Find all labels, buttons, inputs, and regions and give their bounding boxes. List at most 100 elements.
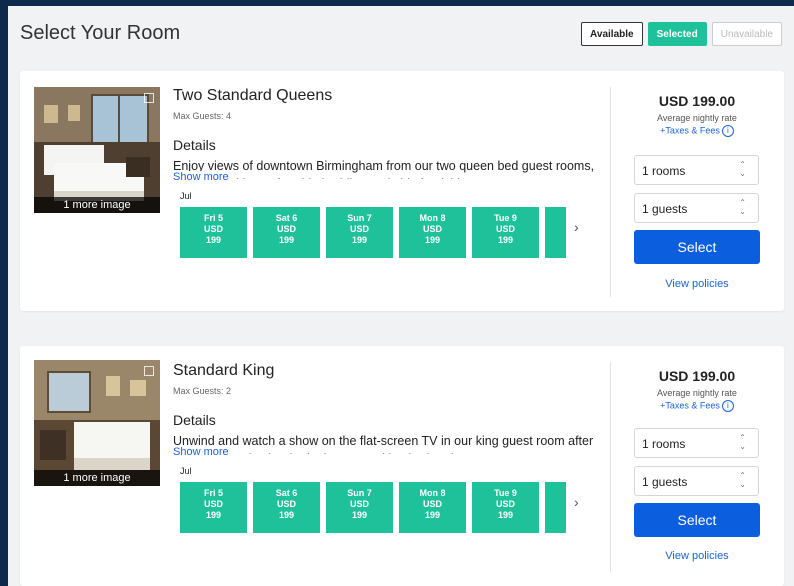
taxes-fees-link[interactable]: +Taxes & Fees i — [634, 400, 760, 412]
date-price: 199 — [278, 510, 295, 520]
legend-available: Available — [581, 22, 643, 46]
date-tile[interactable]: Mon 8 USD 199 — [399, 482, 466, 533]
rooms-value: 1 rooms — [642, 437, 686, 451]
room-price: USD 199.00 — [658, 93, 736, 109]
month-label: Jul — [180, 466, 192, 476]
divider — [610, 87, 611, 297]
date-currency: USD — [495, 499, 515, 509]
rate-label: Average nightly rate — [657, 388, 737, 398]
stepper-arrows[interactable]: ⌃ ⌄ — [739, 471, 746, 489]
date-currency: USD — [495, 224, 515, 234]
date-tile[interactable]: Sun 7 USD 199 — [326, 482, 393, 533]
chevron-up-icon[interactable]: ⌃ — [739, 160, 746, 169]
date-day: Mon 8 — [419, 488, 446, 498]
taxes-fees-label[interactable]: +Taxes & Fees — [660, 125, 720, 135]
chevron-down-icon[interactable]: ⌄ — [739, 442, 746, 451]
date-tile[interactable]: Sun 7 USD 199 — [326, 207, 393, 258]
date-day: Tue 9 — [494, 213, 517, 223]
select-button[interactable]: Select — [634, 230, 760, 264]
date-tile[interactable]: Fri 5 USD 199 — [180, 207, 247, 258]
legend-unavailable: Unavailable — [711, 22, 782, 46]
date-price: 199 — [424, 510, 441, 520]
chevron-down-icon[interactable]: ⌄ — [739, 207, 746, 216]
guests-stepper[interactable]: 1 guests ⌃ ⌄ — [634, 466, 759, 496]
show-more-link[interactable]: Show more — [173, 446, 233, 458]
date-price: 199 — [497, 510, 514, 520]
availability-legend: Available Selected Unavailable — [581, 22, 782, 46]
date-price: 199 — [351, 510, 368, 520]
info-icon[interactable]: i — [721, 125, 734, 137]
room-price: USD 199.00 — [658, 368, 736, 384]
date-day: Fri 5 — [203, 213, 223, 223]
guests-value: 1 guests — [642, 475, 688, 489]
date-tile[interactable]: Tue 9 USD 199 — [472, 482, 539, 533]
date-currency: USD — [349, 224, 369, 234]
date-tile[interactable]: Sat 6 USD 199 — [253, 482, 320, 533]
date-strip: Fri 5 USD 199 Sat 6 USD 199 Sun 7 USD 19… — [180, 207, 566, 259]
expand-icon[interactable] — [144, 366, 154, 376]
room-card: 1 more image Two Standard Queens Max Gue… — [20, 71, 784, 311]
date-tile[interactable]: Mon 8 USD 199 — [399, 207, 466, 258]
chevron-up-icon[interactable]: ⌃ — [739, 433, 746, 442]
guests-stepper[interactable]: 1 guests ⌃ ⌄ — [634, 193, 759, 223]
date-tile[interactable]: W — [545, 207, 566, 258]
select-button[interactable]: Select — [634, 503, 760, 537]
header: Select Your Room Available Selected Unav… — [20, 22, 782, 58]
chevron-up-icon[interactable]: ⌃ — [739, 198, 746, 207]
view-policies-link[interactable]: View policies — [634, 278, 760, 290]
next-dates-arrow-icon[interactable]: › — [574, 219, 579, 235]
date-day: W — [545, 488, 566, 499]
show-more-link[interactable]: Show more — [173, 171, 233, 183]
date-tile[interactable]: Tue 9 USD 199 — [472, 207, 539, 258]
date-day: W — [545, 213, 566, 224]
room-photo[interactable]: 1 more image — [34, 87, 160, 213]
page-title: Select Your Room — [20, 22, 181, 44]
date-day: Sat 6 — [275, 213, 298, 223]
rooms-value: 1 rooms — [642, 164, 686, 178]
date-day: Sat 6 — [275, 488, 298, 498]
date-day: Sun 7 — [347, 488, 372, 498]
details-text: Unwind and watch a show on the flat-scre… — [173, 434, 594, 454]
date-currency: USD — [276, 224, 296, 234]
date-price: 199 — [205, 510, 222, 520]
max-guests: Max Guests: 4 — [173, 111, 232, 121]
chevron-up-icon[interactable]: ⌃ — [739, 471, 746, 480]
room-name: Standard King — [173, 362, 275, 379]
date-price: 199 — [424, 235, 441, 245]
date-price: 199 — [351, 235, 368, 245]
date-day: Mon 8 — [419, 213, 446, 223]
more-images-label[interactable]: 1 more image — [34, 470, 160, 486]
divider — [610, 362, 611, 572]
next-dates-arrow-icon[interactable]: › — [574, 494, 579, 510]
date-tile[interactable]: Sat 6 USD 199 — [253, 207, 320, 258]
date-tile[interactable]: Fri 5 USD 199 — [180, 482, 247, 533]
details-heading: Details — [173, 412, 216, 428]
chevron-down-icon[interactable]: ⌄ — [739, 480, 746, 489]
rooms-stepper[interactable]: 1 rooms ⌃ ⌄ — [634, 155, 759, 185]
rooms-stepper[interactable]: 1 rooms ⌃ ⌄ — [634, 428, 759, 458]
rate-label: Average nightly rate — [657, 113, 737, 123]
legend-selected: Selected — [647, 22, 707, 46]
room-photo-image — [34, 360, 160, 486]
date-currency: USD — [422, 224, 442, 234]
max-guests: Max Guests: 2 — [173, 386, 232, 396]
room-photo[interactable]: 1 more image — [34, 360, 160, 486]
date-day: Tue 9 — [494, 488, 517, 498]
date-tile[interactable]: W — [545, 482, 566, 533]
date-currency: USD — [276, 499, 296, 509]
date-day: Fri 5 — [203, 488, 223, 498]
stepper-arrows[interactable]: ⌃ ⌄ — [739, 198, 746, 216]
view-policies-link[interactable]: View policies — [634, 550, 760, 562]
stepper-arrows[interactable]: ⌃ ⌄ — [739, 433, 746, 451]
chevron-down-icon[interactable]: ⌄ — [739, 169, 746, 178]
info-icon[interactable]: i — [721, 400, 734, 412]
room-name: Two Standard Queens — [173, 87, 333, 104]
taxes-fees-label[interactable]: +Taxes & Fees — [660, 400, 720, 410]
taxes-fees-link[interactable]: +Taxes & Fees i — [634, 125, 760, 137]
stepper-arrows[interactable]: ⌃ ⌄ — [739, 160, 746, 178]
month-label: Jul — [180, 191, 192, 201]
date-price: 199 — [497, 235, 514, 245]
expand-icon[interactable] — [144, 93, 154, 103]
more-images-label[interactable]: 1 more image — [34, 197, 160, 213]
date-currency: USD — [203, 499, 223, 509]
